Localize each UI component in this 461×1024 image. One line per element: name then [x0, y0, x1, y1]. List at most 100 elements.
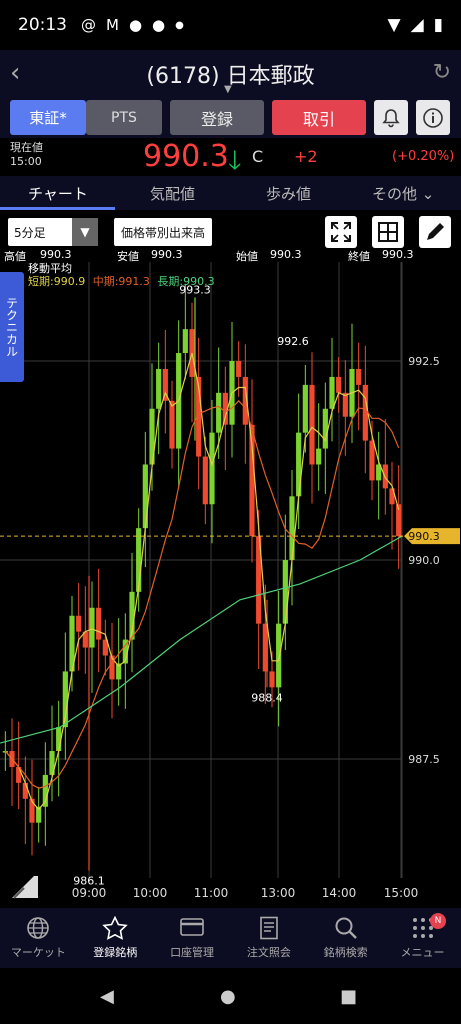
ma-title: 移動平均 — [28, 262, 72, 275]
technical-tab[interactable]: テクニカル — [0, 272, 24, 382]
exchange-tse-button[interactable]: 東証* — [10, 100, 86, 135]
nav-label: マーケット — [10, 946, 66, 959]
nav-label: 注文照会 — [246, 946, 291, 959]
ma-short-line — [4, 352, 400, 811]
bell-icon[interactable] — [374, 100, 408, 135]
nav-account[interactable]: 口座管理 — [154, 908, 231, 968]
current-price: 990.3 — [143, 139, 229, 174]
chevron-down-icon[interactable]: ▼ — [224, 84, 232, 95]
high-value: 990.3 — [40, 248, 72, 261]
candle-body — [182, 329, 188, 354]
chart-annotation: 992.6 — [277, 335, 309, 348]
nav-label: 銘柄検索 — [323, 946, 368, 959]
nav-menu[interactable]: メニュー — [384, 908, 461, 968]
candle-body — [276, 623, 282, 688]
close-value: 990.3 — [382, 248, 414, 261]
system-back-icon[interactable]: ◀ — [100, 986, 114, 1007]
nav-label: 口座管理 — [170, 946, 215, 959]
star-icon — [102, 915, 128, 944]
candle-body — [282, 560, 288, 624]
system-icons: ▼ ◢ ▮ — [387, 15, 443, 35]
candle-body — [336, 376, 342, 393]
candles — [2, 283, 402, 871]
candle-body — [96, 607, 102, 640]
register-button[interactable]: 登録 — [170, 100, 264, 135]
tab-bar: チャート 気配値 歩み値 その他 ⌄ — [0, 176, 461, 210]
x-tick-label: 13:00 — [261, 886, 296, 900]
layout-grid-icon[interactable] — [372, 216, 404, 248]
signal-icon: ◢ — [410, 15, 424, 35]
high-label: 高値 — [4, 250, 26, 263]
nav-orders[interactable]: 注文照会 — [230, 908, 307, 968]
chart-grid — [0, 262, 403, 878]
nav-market[interactable]: マーケット — [0, 908, 77, 968]
candle-body — [76, 615, 82, 632]
dropdown-arrow-icon: ▼ — [72, 218, 98, 246]
at-icon: @ — [81, 16, 96, 34]
back-icon[interactable]: ‹ — [10, 58, 20, 88]
open-label: 始値 — [236, 250, 258, 263]
system-nav: ◀ ● ■ — [0, 968, 461, 1024]
current-price-label: 現在値 — [10, 141, 43, 154]
price-change: +2 — [294, 147, 318, 166]
document-icon — [258, 916, 280, 944]
trade-button[interactable]: 取引 — [272, 100, 366, 135]
system-recents-icon[interactable]: ■ — [340, 986, 357, 1007]
x-tick-label: 11:00 — [194, 886, 229, 900]
candle-body — [89, 607, 95, 648]
chart-annotation: 986.1 — [73, 874, 105, 887]
ma-long: 長期:990.3 — [157, 275, 215, 288]
quote-time: 15:00 — [10, 155, 42, 168]
x-tick-label: 10:00 — [133, 886, 168, 900]
tab-trades[interactable]: 歩み値 — [266, 183, 311, 204]
y-tick-label: 992.5 — [408, 355, 440, 368]
open-value: 990.3 — [270, 248, 302, 261]
ma-short: 短期:990.9 — [28, 275, 86, 288]
interval-value: 5分足 — [14, 225, 46, 240]
globe-icon — [26, 916, 50, 944]
candle-body — [369, 440, 375, 481]
ma-mid: 中期:991.3 — [92, 275, 150, 288]
ma-legend: 移動平均 短期:990.9 中期:991.3 長期:990.3 — [28, 262, 215, 288]
y-tick-label: 987.5 — [408, 753, 440, 766]
pencil-icon[interactable] — [419, 216, 451, 248]
system-home-icon[interactable]: ● — [220, 986, 236, 1007]
notification-badge: N — [430, 913, 446, 929]
price-chart[interactable]: 09:00 10:00 11:00 13:00 14:00 15:00 992.5 990.0… — [0, 248, 461, 908]
candle-body — [236, 361, 242, 377]
interval-select[interactable]: 5分足 ▼ — [8, 218, 98, 246]
price-change-percent: (+0.20%) — [392, 149, 455, 164]
info-icon[interactable] — [416, 100, 450, 135]
candle-body — [202, 456, 208, 505]
current-price-tag-text: 990.3 — [408, 530, 440, 543]
tab-other[interactable]: その他 ⌄ — [372, 183, 434, 204]
nav-label: メニュー — [400, 946, 445, 959]
reload-icon[interactable]: ↻ — [433, 60, 451, 85]
chart-annotation: 988.4 — [251, 691, 283, 704]
candle-body — [309, 384, 315, 465]
tab-chart[interactable]: チャート — [28, 183, 88, 204]
exchange-pts-button[interactable]: PTS — [86, 100, 162, 135]
nav-search[interactable]: 銘柄検索 — [307, 908, 384, 968]
candle-body — [302, 384, 308, 433]
candle-body — [289, 496, 295, 560]
dot-icon: ● — [175, 19, 184, 31]
status-time: 20:13 — [18, 15, 67, 35]
candle-body — [216, 392, 222, 433]
price-flag: C — [252, 147, 264, 166]
fullscreen-icon[interactable] — [325, 216, 357, 248]
nav-watchlist[interactable]: 登録銘柄 — [77, 908, 154, 968]
candle-body — [209, 432, 215, 505]
x-tick-label: 15:00 — [384, 886, 419, 900]
circle-icon: ● — [152, 16, 166, 34]
chart-scale-icon[interactable] — [8, 872, 42, 902]
tab-quotes[interactable]: 気配値 — [150, 183, 195, 204]
ohlc-row: 高値 990.3 安値 990.3 始値 990.3 終値 990.3 — [4, 248, 424, 263]
volume-by-price-button[interactable]: 価格帯別出来高 — [114, 218, 212, 246]
candle-body — [269, 671, 275, 688]
wifi-icon: ▼ — [387, 15, 401, 35]
status-bar: 20:13 @ M ● ● ● ▼ ◢ ▮ — [0, 0, 461, 50]
x-tick-label: 09:00 — [72, 886, 107, 900]
quote-label-block: 現在値 15:00 — [10, 141, 43, 169]
candle-body — [296, 432, 302, 497]
